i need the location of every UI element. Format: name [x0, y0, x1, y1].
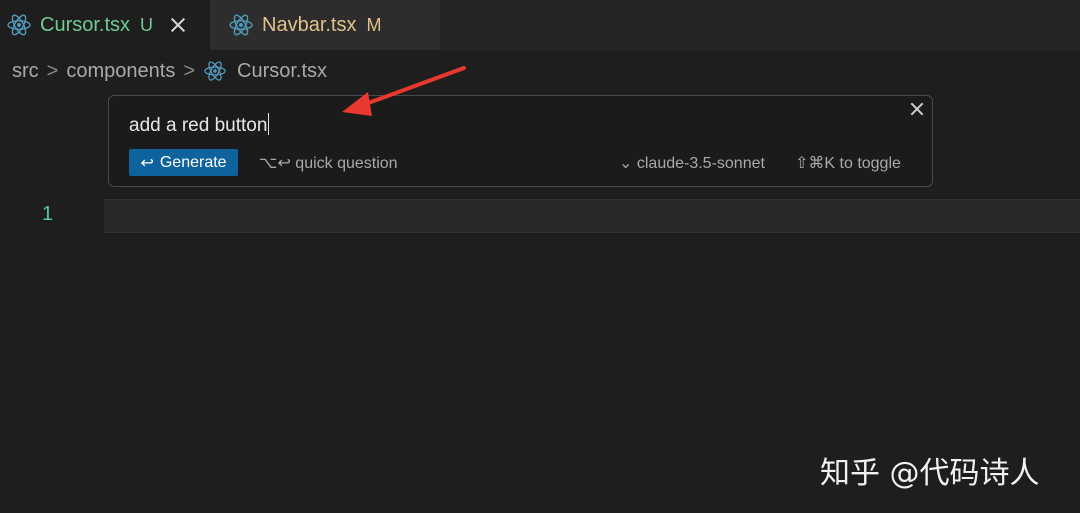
prompt-input[interactable]: add a red button: [129, 113, 270, 137]
tab-label: Cursor.tsx: [40, 13, 131, 36]
toggle-hint: ⇧⌘K to toggle: [795, 155, 901, 172]
watermark: 知乎 @代码诗人: [820, 456, 1040, 491]
generate-label: Generate: [159, 153, 227, 171]
breadcrumb: src > components > Cursor.tsx: [12, 58, 327, 84]
git-status-untracked: U: [140, 14, 154, 35]
return-icon: ↩: [140, 154, 154, 172]
chevron-right-icon: >: [183, 59, 196, 82]
text-caret: [268, 113, 270, 135]
react-icon: [204, 61, 226, 81]
red-arrow-annotation: [342, 66, 466, 116]
close-icon[interactable]: [169, 16, 187, 34]
breadcrumb-item-src[interactable]: src: [12, 60, 39, 83]
model-name: claude-3.5-sonnet: [636, 155, 765, 172]
tab-cursor[interactable]: Cursor.tsx U: [0, 0, 210, 50]
close-icon[interactable]: [910, 102, 924, 116]
quick-question-button[interactable]: ⌥↩ quick question: [259, 153, 398, 173]
tab-navbar[interactable]: Navbar.tsx M: [210, 0, 440, 50]
generate-button[interactable]: ↩ Generate: [129, 149, 238, 176]
inline-prompt-box: add a red button ↩ Generate ⌥↩ quick que…: [108, 95, 933, 187]
react-icon: [229, 14, 253, 36]
prompt-input-value: add a red button: [129, 115, 268, 136]
tab-label: Navbar.tsx: [262, 13, 357, 36]
chevron-right-icon: >: [46, 59, 59, 82]
line-number: 1: [42, 203, 54, 225]
model-selector[interactable]: ⌄ claude-3.5-sonnet: [619, 153, 765, 173]
breadcrumb-item-file[interactable]: Cursor.tsx: [237, 60, 327, 83]
breadcrumb-item-components[interactable]: components: [66, 60, 175, 83]
react-icon: [7, 14, 31, 36]
chevron-down-icon: ⌄: [619, 155, 633, 172]
git-status-modified: M: [366, 14, 382, 35]
tab-bar: Cursor.tsx U Navbar.tsx M: [0, 0, 1080, 50]
current-line-highlight[interactable]: [104, 199, 1080, 233]
